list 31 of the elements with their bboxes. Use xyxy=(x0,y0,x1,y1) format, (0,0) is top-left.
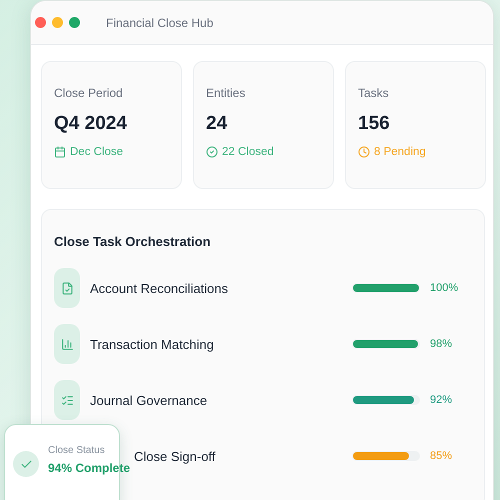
stat-note: 22 Closed xyxy=(222,146,274,158)
stat-note: 8 Pending xyxy=(374,146,426,158)
minimize-window-button[interactable] xyxy=(52,17,63,28)
maximize-window-button[interactable] xyxy=(69,17,80,28)
stat-label: Entities xyxy=(206,86,246,100)
calendar-icon xyxy=(54,146,66,158)
progress-percent: 100% xyxy=(430,282,460,294)
bar-chart-icon xyxy=(54,324,80,364)
task-label: Account Reconciliations xyxy=(90,280,230,296)
check-circle-icon xyxy=(206,146,218,158)
check-icon xyxy=(13,451,39,477)
stat-label: Tasks xyxy=(358,86,389,100)
task-label: Transaction Matching xyxy=(90,336,215,352)
stat-value: Q4 2024 xyxy=(54,113,127,135)
window-title: Financial Close Hub xyxy=(106,16,214,30)
clock-icon xyxy=(358,146,370,158)
task-label: Journal Governance xyxy=(90,392,208,408)
stat-label: Close Period xyxy=(54,86,123,100)
toast-value: 94% Complete xyxy=(48,461,130,475)
toast-label: Close Status xyxy=(48,445,105,456)
stat-value: 24 xyxy=(206,113,228,135)
panel-title: Close Task Orchestration xyxy=(54,234,212,249)
stat-note: Dec Close xyxy=(70,146,124,158)
progress-percent: 98% xyxy=(430,338,454,350)
close-window-button[interactable] xyxy=(35,17,46,28)
stat-value: 156 xyxy=(358,113,390,135)
document-check-icon xyxy=(54,268,80,308)
checklist-icon xyxy=(54,380,80,420)
task-label: Close Sign-off xyxy=(134,448,216,464)
progress-percent: 92% xyxy=(430,394,454,406)
progress-percent: 85% xyxy=(430,450,454,462)
